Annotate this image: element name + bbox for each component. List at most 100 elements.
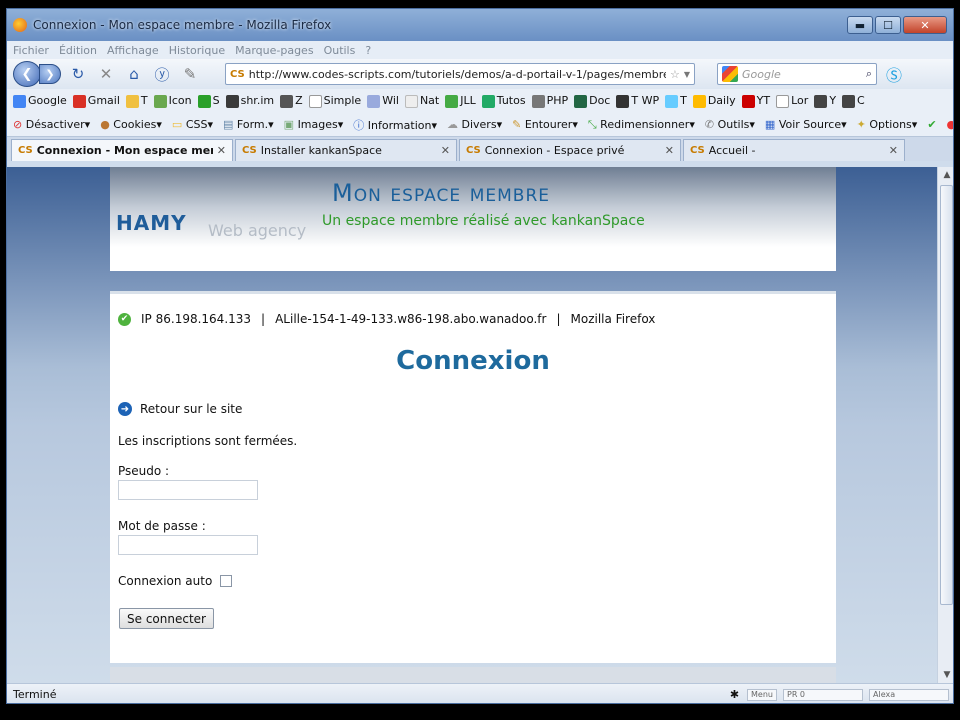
menu-tools[interactable]: Outils — [324, 44, 356, 57]
dev-information[interactable]: ⓘ Information▾ — [353, 117, 437, 133]
dev-cookies[interactable]: ● Cookies▾ — [100, 118, 162, 131]
tab-close-icon[interactable]: ✕ — [889, 144, 898, 157]
password-input[interactable] — [118, 535, 258, 555]
menu-history[interactable]: Historique — [169, 44, 225, 57]
star-icon[interactable]: ☆ — [670, 68, 680, 81]
alexa-widget: Alexa — [869, 688, 949, 701]
url-dropdown-icon[interactable]: ▼ — [684, 70, 690, 79]
scroll-down-icon[interactable]: ▼ — [938, 667, 953, 683]
close-button[interactable]: ✕ — [903, 16, 947, 34]
bookmark-s[interactable]: S — [197, 94, 220, 108]
bookmark-yt[interactable]: YT — [741, 94, 770, 108]
registrations-closed-message: Les inscriptions sont fermées. — [118, 434, 298, 448]
tab-favicon-icon: CS — [18, 145, 33, 156]
forward-button[interactable]: ❯ — [39, 64, 61, 84]
reload-icon[interactable]: ↻ — [67, 63, 89, 85]
dev-tools[interactable]: ✆ Outils▾ — [705, 118, 755, 131]
pseudo-input[interactable] — [118, 480, 258, 500]
bookmark-c[interactable]: C — [842, 94, 865, 108]
bookmark-shrim[interactable]: shr.im — [225, 94, 274, 108]
scrollbar-thumb[interactable] — [940, 185, 953, 605]
minimize-button[interactable]: ▬ — [847, 16, 873, 34]
bookmark-jll[interactable]: JLL — [445, 94, 476, 108]
bookmark-wil[interactable]: Wil — [367, 94, 399, 108]
site-logo[interactable]: HAMY — [116, 211, 187, 235]
maximize-button[interactable]: ☐ — [875, 16, 901, 34]
auto-login-checkbox[interactable] — [220, 575, 233, 587]
tab-connexion-membre[interactable]: CS Connexion - Mon espace membre ✕ — [11, 139, 233, 161]
dev-images[interactable]: ▣ Images▾ — [284, 118, 344, 131]
bookmark-php[interactable]: PHP — [531, 94, 568, 108]
dev-disable[interactable]: ⊘ Désactiver▾ — [13, 118, 90, 131]
menu-file[interactable]: Fichier — [13, 44, 49, 57]
scroll-up-icon[interactable]: ▲ — [938, 167, 953, 183]
search-icon[interactable]: ⌕ — [866, 67, 872, 81]
arrow-right-icon: ➜ — [118, 402, 132, 416]
bookmark-t2[interactable]: T — [665, 94, 687, 108]
stop-icon[interactable]: ✕ — [95, 63, 117, 85]
menu-bookmarks[interactable]: Marque-pages — [235, 44, 313, 57]
auto-login-label: Connexion auto — [118, 574, 213, 588]
status-text: Terminé — [13, 688, 57, 701]
auto-login-row: Connexion auto — [118, 574, 233, 588]
dev-options[interactable]: ✦ Options▾ — [857, 118, 918, 131]
menu-help[interactable]: ? — [365, 44, 371, 57]
site-title: Mon espace membre — [332, 179, 550, 207]
web-developer-toolbar: ⊘ Désactiver▾ ● Cookies▾ ▭ CSS▾ ▤ Form.▾… — [7, 113, 953, 137]
menu-view[interactable]: Affichage — [107, 44, 159, 57]
bookmark-tutos[interactable]: Tutos — [481, 94, 526, 108]
bookmark-doc[interactable]: Doc — [574, 94, 610, 108]
bookmark-daily[interactable]: Daily — [692, 94, 736, 108]
bookmark-nat[interactable]: Nat — [404, 94, 439, 108]
bookmark-simple[interactable]: Simple — [308, 94, 361, 108]
back-button[interactable]: ❮ — [13, 61, 41, 87]
check-circle-icon: ✔ — [118, 312, 131, 326]
search-box[interactable]: Google ⌕ — [717, 63, 877, 85]
bookmark-y[interactable]: Y — [814, 94, 836, 108]
login-panel: ✔ IP 86.198.164.133 | ALille-154-1-49-13… — [110, 291, 836, 663]
site-header: HAMY Web agency Mon espace membre Un esp… — [110, 167, 836, 271]
pseudo-label: Pseudo : — [118, 464, 170, 478]
menu-edit[interactable]: Édition — [59, 44, 97, 57]
login-button[interactable]: Se connecter — [119, 608, 214, 629]
status-menu-widget[interactable]: Menu — [747, 688, 777, 701]
addon-icon[interactable]: ✎ — [179, 63, 201, 85]
skype-icon[interactable]: Ⓢ — [883, 63, 905, 85]
bookmark-lor[interactable]: Lor — [776, 94, 808, 108]
vertical-scrollbar[interactable]: ▲ ▼ — [937, 167, 953, 683]
dev-resize[interactable]: ⤡ Redimensionner▾ — [588, 118, 695, 132]
google-icon — [722, 66, 738, 82]
dev-forms[interactable]: ▤ Form.▾ — [223, 118, 274, 131]
error-icon[interactable]: ● — [947, 118, 953, 131]
back-to-site-link[interactable]: ➜ Retour sur le site — [118, 402, 242, 416]
menu-bar: Fichier Édition Affichage Historique Mar… — [7, 41, 953, 59]
dev-outline[interactable]: ✎ Entourer▾ — [512, 118, 578, 131]
bookmark-z[interactable]: Z — [280, 94, 303, 108]
url-bar[interactable]: CS http://www.codes-scripts.com/tutoriel… — [225, 63, 695, 85]
tab-close-icon[interactable]: ✕ — [665, 144, 674, 157]
page-viewport: HAMY Web agency Mon espace membre Un esp… — [7, 167, 937, 683]
dev-misc[interactable]: ☁ Divers▾ — [447, 118, 502, 131]
tab-accueil[interactable]: CS Accueil - ✕ — [683, 139, 905, 161]
check-icon[interactable]: ✔ — [927, 118, 936, 131]
dev-css[interactable]: ▭ CSS▾ — [172, 118, 213, 131]
home-icon[interactable]: ⌂ — [123, 63, 145, 85]
bookmark-t[interactable]: T — [125, 94, 148, 108]
firebug-icon[interactable]: ✱ — [730, 688, 739, 701]
bookmark-twp[interactable]: T WP — [616, 94, 659, 108]
dev-view-source[interactable]: ▦ Voir Source▾ — [765, 118, 847, 131]
site-subtitle: Un espace membre réalisé avec kankanSpac… — [322, 213, 645, 229]
title-bar: Connexion - Mon espace membre - Mozilla … — [7, 9, 953, 41]
bookmark-icon[interactable]: Icon — [153, 94, 192, 108]
tab-bar: CS Connexion - Mon espace membre ✕ CS In… — [7, 137, 953, 161]
tab-installer-kankanspace[interactable]: CS Installer kankanSpace ✕ — [235, 139, 457, 161]
yahoo-toolbar-icon[interactable]: ⓨ — [151, 63, 173, 85]
password-label: Mot de passe : — [118, 519, 206, 533]
firefox-icon — [13, 18, 27, 32]
bookmark-google[interactable]: Google — [13, 94, 67, 108]
tab-connexion-espace-prive[interactable]: CS Connexion - Espace privé ✕ — [459, 139, 681, 161]
ip-label: IP — [141, 312, 152, 326]
tab-close-icon[interactable]: ✕ — [217, 144, 226, 157]
tab-close-icon[interactable]: ✕ — [441, 144, 450, 157]
bookmark-gmail[interactable]: Gmail — [72, 94, 120, 108]
